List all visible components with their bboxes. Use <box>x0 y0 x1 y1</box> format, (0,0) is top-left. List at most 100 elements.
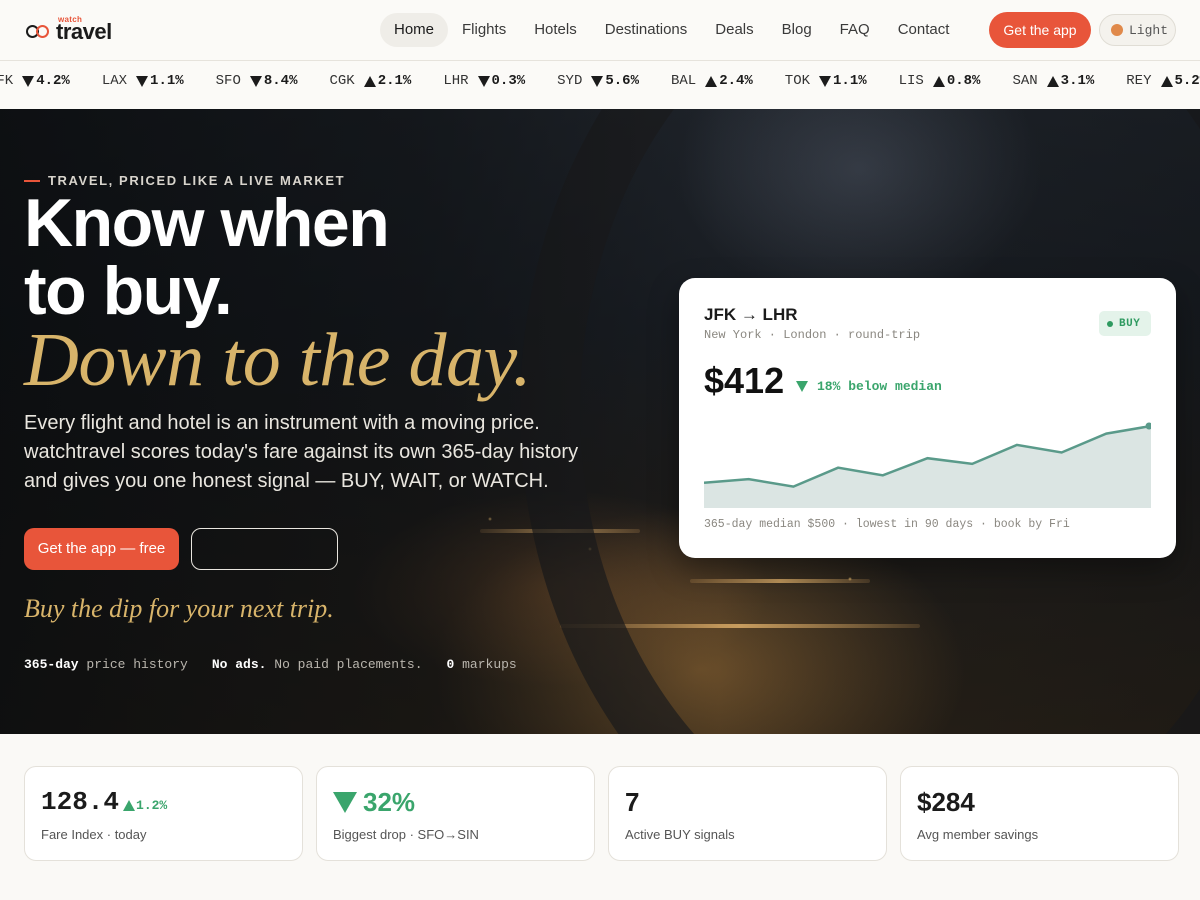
ticker-change: 1.1% <box>833 73 867 89</box>
ticker-code: BAL <box>670 73 697 89</box>
stat-fare-index: 128.4 1.2% Fare Index · today <box>24 766 303 861</box>
down-triangle-icon <box>136 75 149 87</box>
stat-value: 128.4 1.2% <box>41 787 167 817</box>
stat-member-savings: $284 Avg member savings <box>900 766 1179 861</box>
theme-toggle[interactable]: Light <box>1099 14 1176 46</box>
biggest-drop-value: 32% <box>363 787 416 817</box>
route-title: JFK → LHR <box>704 305 798 324</box>
nav-hotels[interactable]: Hotels <box>520 13 591 47</box>
up-triangle-icon <box>363 75 376 87</box>
fare-quote-card[interactable]: JFK → LHR New York · London · round-trip… <box>679 278 1176 558</box>
main-nav: Home Flights Hotels Destinations Deals B… <box>380 13 963 47</box>
down-triangle-icon <box>477 75 490 87</box>
ticker-code: LAX <box>101 73 128 89</box>
up-triangle-icon <box>932 75 945 87</box>
fact-markups: 0 markups <box>446 657 517 672</box>
up-triangle-icon <box>1046 75 1059 87</box>
site-header: watch travel Home Flights Hotels Destina… <box>0 0 1200 61</box>
ticker-code: JFK <box>0 73 14 89</box>
ticker-change: 3.1% <box>1060 73 1095 89</box>
stat-value: 7 <box>625 787 640 817</box>
ticker-code: LHR <box>443 73 469 89</box>
down-triangle-icon <box>819 75 832 87</box>
up-triangle-icon <box>123 799 136 811</box>
ticker-track: JFK 4.2% LAX 1.1% SFO 8.4% CGK 2.1% LHR 0.3% SYD 5.… <box>0 73 1200 89</box>
sparkline-area <box>704 426 1151 508</box>
down-triangle-icon <box>249 75 262 87</box>
ticker-code: CGK <box>329 73 355 89</box>
logo[interactable]: watch travel <box>26 15 112 44</box>
ticker-item[interactable]: JFK 4.2% <box>0 73 70 89</box>
fact-no-ads: No ads. No paid placements. <box>211 657 423 672</box>
ticker-item[interactable]: SFO 8.4% <box>216 73 298 89</box>
stat-buy-signals: 7 Active BUY signals <box>608 766 887 861</box>
ticker-change: 0.3% <box>491 73 526 89</box>
nav-destinations[interactable]: Destinations <box>591 13 702 47</box>
hero-section: TRAVEL, PRICED LIKE A LIVE MARKET Know w… <box>0 109 1200 734</box>
hero-headline-line2: to buy. <box>24 253 233 329</box>
nav-flights[interactable]: Flights <box>448 13 520 47</box>
nav-faq[interactable]: FAQ <box>826 13 884 47</box>
ticker-item[interactable]: SAN 3.1% <box>1012 73 1094 89</box>
ticker-change: 8.4% <box>263 73 298 89</box>
ticker-change: 5.2% <box>1174 73 1200 89</box>
ticker-change: 2.1% <box>377 73 412 89</box>
fare-delta: 18% below median <box>796 379 942 394</box>
down-triangle-icon <box>796 381 808 392</box>
fact-history: 365-day price history <box>24 657 188 672</box>
get-app-button[interactable]: Get the app <box>989 12 1091 48</box>
hero-headline: Know when to buy. <box>24 185 390 329</box>
fare-delta-text: 18% below median <box>817 379 942 394</box>
ticker-item[interactable]: CGK 2.1% <box>329 73 411 89</box>
card-footer: 365-day median $500 · lowest in 90 days … <box>704 518 1070 531</box>
get-app-free-button[interactable]: Get the app — free <box>24 528 179 570</box>
signal-label: BUY <box>1119 317 1141 330</box>
ticker-item[interactable]: LAX 1.1% <box>102 73 184 89</box>
nav-home[interactable]: Home <box>380 13 449 47</box>
ticker-item[interactable]: LIS 0.8% <box>899 73 981 89</box>
ticker-change: 5.6% <box>605 73 639 89</box>
stat-value: $284 <box>917 787 975 817</box>
stats-row: 128.4 1.2% Fare Index · today 32% Bigges… <box>24 766 1179 861</box>
up-triangle-icon <box>1160 75 1173 87</box>
ticker-change: 2.4% <box>719 73 753 89</box>
price-sparkline <box>704 422 1151 508</box>
up-triangle-icon <box>705 75 718 87</box>
stat-label: Active BUY signals <box>625 827 735 842</box>
theme-label: Light <box>1129 22 1169 38</box>
down-triangle-icon <box>333 792 357 813</box>
fare-price: $412 <box>704 360 785 401</box>
ticker-item[interactable]: REY 5.2% <box>1126 73 1200 89</box>
ticker-code: TOK <box>784 73 811 89</box>
fare-index-change: 1.2% <box>123 798 167 813</box>
ticker-change: 1.1% <box>150 73 184 89</box>
stat-label: Biggest drop · SFO→SIN <box>333 827 479 842</box>
ticker-code: LIS <box>898 73 924 89</box>
ticker-code: REY <box>1126 73 1152 89</box>
hero-lead: Every flight and hotel is an instrument … <box>24 412 579 492</box>
nav-blog[interactable]: Blog <box>768 13 826 47</box>
signal-dot-icon <box>1107 320 1113 327</box>
ticker-item[interactable]: SYD 5.6% <box>557 73 639 89</box>
ticker-change: 0.8% <box>946 73 981 89</box>
ticker-item[interactable]: TOK 1.1% <box>785 73 867 89</box>
ticker-item[interactable]: BAL 2.4% <box>671 73 753 89</box>
ticker-code: SFO <box>215 73 241 89</box>
down-triangle-icon <box>22 75 35 87</box>
secondary-button[interactable] <box>191 528 338 570</box>
nav-deals[interactable]: Deals <box>701 13 767 47</box>
ticker-code: SAN <box>1012 73 1038 89</box>
logo-rings-icon <box>26 24 52 40</box>
nav-contact[interactable]: Contact <box>884 13 964 47</box>
hero-headline-line1: Know when <box>24 185 390 261</box>
dash-icon <box>24 179 40 182</box>
route-subtitle: New York · London · round-trip <box>704 328 921 342</box>
logo-small-text: watch <box>58 15 83 24</box>
signal-badge: BUY <box>1099 311 1151 336</box>
hero-tagline: Buy the dip for your next trip. <box>24 594 334 623</box>
sun-icon <box>1111 24 1123 36</box>
fare-index-change-text: 1.2% <box>136 797 168 813</box>
hero-facts: 365-day price history No ads. No paid pl… <box>24 657 541 672</box>
ticker-item[interactable]: LHR 0.3% <box>443 73 525 89</box>
stat-biggest-drop: 32% Biggest drop · SFO→SIN <box>316 766 595 861</box>
